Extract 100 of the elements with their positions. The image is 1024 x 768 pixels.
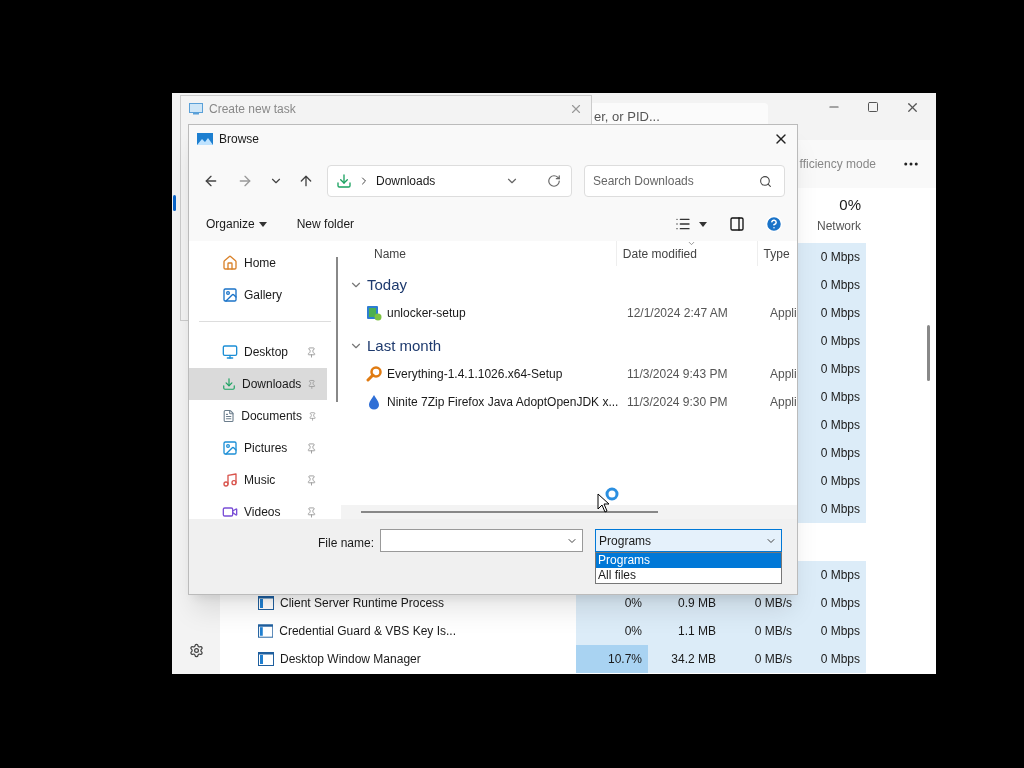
toolbar-label[interactable]: fficiency mode xyxy=(799,155,876,173)
process-name: Desktop Window Manager xyxy=(280,651,421,668)
up-icon[interactable] xyxy=(298,173,314,189)
window-icon xyxy=(258,652,274,666)
window-title: Create new task xyxy=(209,101,296,118)
caret-icon xyxy=(258,221,267,227)
home-icon xyxy=(222,255,238,271)
help-icon[interactable] xyxy=(765,215,783,233)
picture-icon xyxy=(222,440,238,456)
sidebar-item[interactable]: Pictures xyxy=(189,432,327,464)
search-placeholder: Search Downloads xyxy=(593,173,695,190)
sidebar-label: Downloads xyxy=(242,376,302,393)
table-cell: 0 Mbps xyxy=(798,327,866,355)
maximize-icon[interactable] xyxy=(867,101,879,113)
table-cell: 0 Mbps xyxy=(798,355,866,383)
file-row[interactable]: Everything-1.4.1.1026.x64-Setup 11/3/2024 9:43 PM Appli xyxy=(346,360,797,388)
magnifier-icon xyxy=(366,366,382,382)
network-percent: 0% xyxy=(839,195,861,215)
file-type: Appli xyxy=(769,394,797,411)
network-header[interactable]: Network xyxy=(817,216,861,235)
dropdown-option[interactable]: All files xyxy=(596,568,782,583)
file-date: 11/3/2024 9:30 PM xyxy=(626,394,729,411)
scrollbar[interactable] xyxy=(927,325,930,381)
download-icon xyxy=(336,173,352,189)
table-cell: 0 Mbps xyxy=(798,561,866,589)
refresh-icon[interactable] xyxy=(547,174,561,188)
picture-icon xyxy=(222,287,238,303)
group-header[interactable]: Last month xyxy=(346,332,797,360)
view-icon[interactable] xyxy=(675,216,691,232)
scrollbar[interactable] xyxy=(361,511,658,513)
table-cell: 0 Mbps xyxy=(798,439,866,467)
sidebar-item[interactable]: Videos xyxy=(189,496,327,519)
organize-button[interactable]: Organize xyxy=(206,215,267,233)
file-name: unlocker-setup xyxy=(387,305,466,322)
window-icon xyxy=(258,624,274,638)
table-cell: 0 MB/s xyxy=(722,645,798,673)
column-header[interactable]: Date modified xyxy=(616,241,758,266)
file-type: Appli xyxy=(769,366,797,383)
sidebar-label: Documents xyxy=(241,408,302,425)
sidebar-item[interactable]: Music xyxy=(189,464,327,496)
video-icon xyxy=(222,504,238,519)
field-label: File name: xyxy=(318,535,375,552)
landscape-icon xyxy=(197,133,213,145)
process-name: Client Server Runtime Process xyxy=(280,595,445,612)
sidebar-item[interactable]: Downloads xyxy=(189,368,327,400)
process-name: Credential Guard & VBS Key Is... xyxy=(279,623,456,640)
table-cell: 10.7% xyxy=(576,645,648,673)
file-row[interactable]: unlocker-setup 12/1/2024 2:47 AM Appli xyxy=(346,299,797,327)
new-folder-button[interactable]: New folder xyxy=(296,215,355,233)
file-date: 12/1/2024 2:47 AM xyxy=(626,305,729,322)
sidebar-item[interactable]: Documents xyxy=(189,400,327,432)
settings-icon[interactable] xyxy=(188,643,204,658)
sidebar-label: Pictures xyxy=(244,440,289,457)
table-cell: 0 Mbps xyxy=(798,495,866,523)
sidebar-item[interactable]: Gallery xyxy=(199,279,331,311)
table-cell: 34.2 MB xyxy=(648,645,722,673)
file-type-dropdown[interactable]: Programs xyxy=(595,529,783,552)
selection-indicator xyxy=(172,195,176,211)
back-icon[interactable] xyxy=(203,173,219,189)
scrollbar[interactable] xyxy=(336,257,338,402)
music-icon xyxy=(222,472,238,488)
file-name: Everything-1.4.1.1026.x64-Setup xyxy=(387,366,563,383)
download-icon xyxy=(222,376,236,392)
column-header[interactable]: Type xyxy=(757,241,797,266)
sidebar-label: Videos xyxy=(244,504,282,519)
sidebar-label: Home xyxy=(244,255,277,272)
sidebar-label: Desktop xyxy=(244,344,290,361)
preview-pane-icon[interactable] xyxy=(729,216,745,232)
sidebar-item[interactable]: Home xyxy=(199,247,331,279)
installer-icon xyxy=(366,305,382,321)
window-title: Browse xyxy=(219,131,259,148)
table-cell: 0 MB/s xyxy=(722,617,798,645)
table-cell: 0 Mbps xyxy=(798,617,866,645)
sidebar-label: Gallery xyxy=(244,287,283,304)
drop-icon xyxy=(366,394,382,410)
file-date: 11/3/2024 9:43 PM xyxy=(626,366,729,383)
document-icon xyxy=(222,408,236,424)
window-icon xyxy=(189,103,203,115)
file-row[interactable]: Ninite 7Zip Firefox Java AdoptOpenJDK x... 11/3/2024 9:30 PM Appli xyxy=(346,388,797,416)
search-field[interactable]: Search Downloads xyxy=(584,165,785,197)
sort-icon xyxy=(686,241,696,248)
file-name: Ninite 7Zip Firefox Java AdoptOpenJDK x... xyxy=(387,394,619,411)
column-header[interactable]: Name xyxy=(346,241,617,266)
table-cell: 0 Mbps xyxy=(798,299,866,327)
search-icon xyxy=(759,174,772,188)
caret-icon[interactable] xyxy=(699,221,707,227)
file-type: Appli xyxy=(769,305,797,322)
group-header[interactable]: Today xyxy=(346,271,797,299)
dropdown-option[interactable]: Programs xyxy=(596,553,782,568)
file-name-field[interactable] xyxy=(380,529,584,552)
table-cell: 0 Mbps xyxy=(798,243,866,271)
table-cell: 0% xyxy=(576,617,648,645)
forward-icon[interactable] xyxy=(237,173,253,189)
address-bar[interactable]: Downloads xyxy=(327,165,572,197)
sidebar-item[interactable]: Desktop xyxy=(189,336,327,368)
table-cell: 0 Mbps xyxy=(798,383,866,411)
table-cell: 1.1 MB xyxy=(648,617,722,645)
table-cell: 0 Mbps xyxy=(798,411,866,439)
address-text: Downloads xyxy=(376,173,436,190)
table-cell: 0 Mbps xyxy=(798,589,866,617)
